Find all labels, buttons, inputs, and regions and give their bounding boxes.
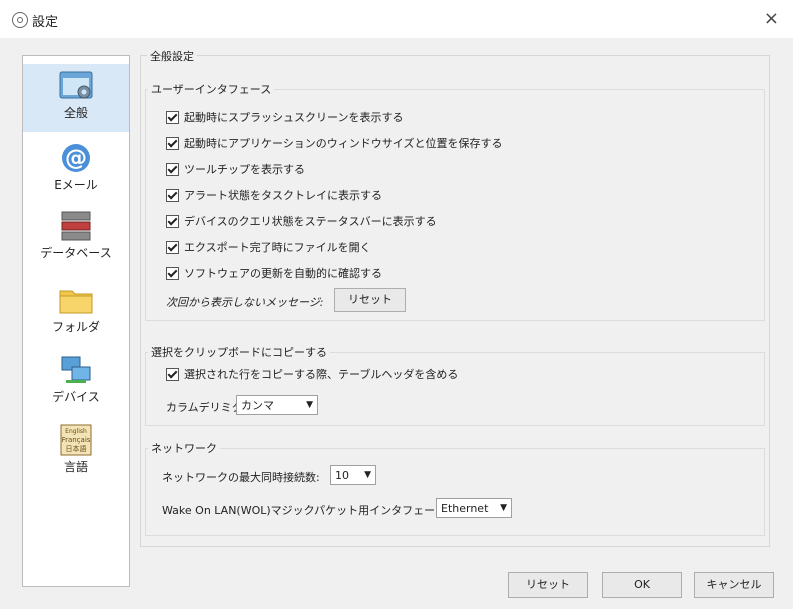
dropdown-arrow-icon: ▼ <box>364 470 371 480</box>
sidebar-item-label: デバイス <box>52 390 100 404</box>
clipboard-group-title: 選択をクリップボードにコピーする <box>148 344 330 360</box>
hidden-messages-label: 次回から表示しないメッセージ: <box>166 296 324 309</box>
devices-icon <box>58 354 94 386</box>
general-settings-panel: 全般設定 ユーザーインタフェース 起動時にスプラッシュスクリーンを表示する 起動… <box>140 48 780 560</box>
cancel-button[interactable]: キャンセル <box>694 572 774 598</box>
wol-interface-label: Wake On LAN(WOL)マジックパケット用インタフェース: <box>162 504 450 517</box>
sidebar-item-language[interactable]: English Français 日本語 言語 <box>23 418 129 486</box>
svg-text:Français: Français <box>62 436 91 444</box>
alert-tray-checkbox[interactable]: アラート状態をタスクトレイに表示する <box>166 186 382 204</box>
svg-text:English: English <box>65 428 87 435</box>
network-group: ネットワーク ネットワークの最大同時接続数: 10 ▼ Wake On LAN(… <box>145 440 765 536</box>
wol-interface-select[interactable]: Ethernet ▼ <box>436 498 512 518</box>
svg-text:日本語: 日本語 <box>66 444 87 453</box>
dialog-body: 全般 @ Eメール データベース フォルダ デバイス English Franç… <box>0 38 793 609</box>
splash-screen-checkbox[interactable]: 起動時にスプラッシュスクリーンを表示する <box>166 108 403 126</box>
max-connections-label: ネットワークの最大同時接続数: <box>162 471 320 484</box>
ui-group-title: ユーザーインタフェース <box>148 81 275 97</box>
sidebar: 全般 @ Eメール データベース フォルダ デバイス English Franç… <box>22 55 130 587</box>
language-icon: English Français 日本語 <box>58 424 94 456</box>
open-export-file-checkbox[interactable]: エクスポート完了時にファイルを開く <box>166 238 371 256</box>
clipboard-group: 選択をクリップボードにコピーする 選択された行をコピーする際、テーブルヘッダを含… <box>145 344 765 426</box>
close-button[interactable]: × <box>764 8 779 29</box>
sidebar-item-label: 全般 <box>63 106 88 120</box>
sidebar-item-label: データベース <box>40 246 112 260</box>
sidebar-item-devices[interactable]: デバイス <box>23 348 129 416</box>
ui-group: ユーザーインタフェース 起動時にスプラッシュスクリーンを表示する 起動時にアプリ… <box>145 81 765 321</box>
auto-update-checkbox[interactable]: ソフトウェアの更新を自動的に確認する <box>166 264 382 282</box>
sidebar-item-label: Eメール <box>54 178 98 192</box>
column-delimiter-select[interactable]: カンマ ▼ <box>236 395 318 415</box>
include-header-checkbox[interactable]: 選択された行をコピーする際、テーブルヘッダを含める <box>166 365 458 383</box>
title-bar: 設定 × <box>0 0 793 38</box>
email-icon: @ <box>58 142 94 174</box>
folder-icon <box>58 284 94 316</box>
sidebar-item-email[interactable]: @ Eメール <box>23 136 129 204</box>
general-settings-group: 全般設定 ユーザーインタフェース 起動時にスプラッシュスクリーンを表示する 起動… <box>140 48 770 547</box>
network-group-title: ネットワーク <box>148 440 220 456</box>
svg-text:@: @ <box>65 146 87 171</box>
save-window-size-checkbox[interactable]: 起動時にアプリケーションのウィンドウサイズと位置を保存する <box>166 134 502 152</box>
dropdown-arrow-icon: ▼ <box>306 400 313 410</box>
max-connections-select[interactable]: 10 ▼ <box>330 465 376 485</box>
query-status-checkbox[interactable]: デバイスのクエリ状態をステータスバーに表示する <box>166 212 437 230</box>
checkbox-checked-icon[interactable] <box>166 188 179 202</box>
reset-messages-button[interactable]: リセット <box>334 288 406 312</box>
sidebar-item-label: 言語 <box>63 460 88 474</box>
sidebar-item-database[interactable]: データベース <box>23 204 129 272</box>
checkbox-checked-icon[interactable] <box>166 266 179 280</box>
tooltip-checkbox[interactable]: ツールチップを表示する <box>166 160 305 178</box>
checkbox-checked-icon[interactable] <box>166 136 179 150</box>
window-title: 設定 <box>32 15 59 30</box>
settings-gear-icon <box>12 12 28 28</box>
checkbox-checked-icon[interactable] <box>166 240 179 254</box>
checkbox-checked-icon[interactable] <box>166 367 179 381</box>
dropdown-arrow-icon: ▼ <box>500 503 507 513</box>
general-settings-icon <box>58 70 94 102</box>
group-title: 全般設定 <box>147 48 197 64</box>
ok-button[interactable]: OK <box>602 572 682 598</box>
checkbox-checked-icon[interactable] <box>166 162 179 176</box>
checkbox-checked-icon[interactable] <box>166 110 179 124</box>
reset-button[interactable]: リセット <box>508 572 588 598</box>
column-delimiter-label: カラムデリミタ: <box>166 401 247 414</box>
sidebar-item-label: フォルダ <box>51 320 100 334</box>
sidebar-item-folder[interactable]: フォルダ <box>23 278 129 346</box>
checkbox-checked-icon[interactable] <box>166 214 179 228</box>
database-icon <box>58 210 94 242</box>
sidebar-item-general[interactable]: 全般 <box>23 64 129 132</box>
